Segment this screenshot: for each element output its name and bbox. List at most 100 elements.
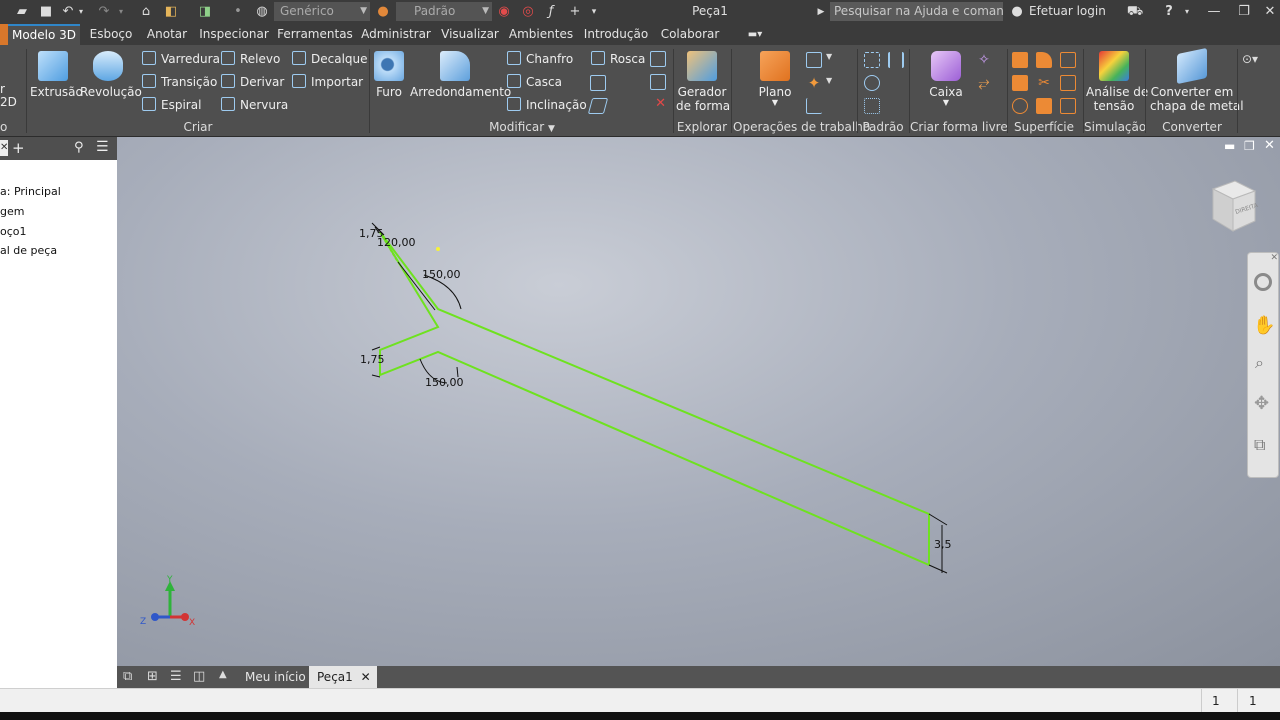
- dimension-label-5[interactable]: 150,00: [425, 376, 464, 389]
- group-modificar-label[interactable]: Modificar ▼: [372, 120, 672, 136]
- tab-inspecionar[interactable]: Inspecionar: [196, 24, 272, 45]
- app-menu-button[interactable]: [0, 24, 8, 45]
- derivar-button[interactable]: Derivar: [221, 72, 284, 92]
- qat-dropdown-icon[interactable]: ▾: [588, 4, 600, 20]
- tab-esboco[interactable]: Esboço: [82, 24, 140, 45]
- add-icon[interactable]: +: [12, 139, 25, 157]
- parameters-icon[interactable]: ƒ: [543, 4, 559, 20]
- tree-item-origin[interactable]: gem: [0, 205, 24, 218]
- sketch-profile-upper[interactable]: [379, 231, 930, 565]
- decalque-button[interactable]: Decalque: [292, 49, 368, 69]
- extrusao-button[interactable]: Extrusão: [30, 49, 83, 119]
- circular-pattern-icon[interactable]: [864, 75, 880, 91]
- redo-dropdown-icon[interactable]: ▾: [116, 4, 126, 20]
- point-dropdown-icon[interactable]: ▼: [826, 76, 832, 85]
- dot-icon[interactable]: •: [230, 4, 246, 20]
- relevo-button[interactable]: Relevo: [221, 49, 280, 69]
- converter-chapa-button[interactable]: Converter em chapa de metal: [1150, 47, 1244, 119]
- search-expand-icon[interactable]: ▶: [816, 4, 826, 20]
- sculpt-icon[interactable]: [1060, 52, 1076, 68]
- dimension-label-4[interactable]: 1,75: [360, 353, 385, 366]
- tab-modelo-3d[interactable]: Modelo 3D: [8, 24, 80, 45]
- undo-icon[interactable]: ↶: [60, 4, 76, 20]
- tile-horizontal-icon[interactable]: ☰: [170, 669, 182, 684]
- analise-de-tensao-button[interactable]: Análise de tensão: [1086, 49, 1148, 119]
- extend-icon[interactable]: [1060, 75, 1076, 91]
- axis-icon[interactable]: [806, 52, 822, 68]
- tile-vertical-icon[interactable]: ◫: [193, 669, 205, 684]
- ruled-surface-icon[interactable]: [1012, 98, 1028, 114]
- sketch-canvas[interactable]: [117, 137, 1280, 666]
- home-icon[interactable]: ⌂: [138, 4, 154, 20]
- plano-button[interactable]: Plano ▼: [755, 49, 795, 119]
- open-icon[interactable]: ▰: [14, 4, 30, 20]
- tree-item-representation[interactable]: a: Principal: [0, 185, 61, 198]
- trim-icon[interactable]: ✂: [1036, 75, 1052, 91]
- tab-ferramentas[interactable]: Ferramentas: [276, 24, 354, 45]
- sketch-profile[interactable]: [379, 231, 930, 566]
- login-link[interactable]: Efetuar login: [1029, 4, 1106, 18]
- combine-icon[interactable]: [590, 75, 606, 91]
- update-icon[interactable]: ◧: [162, 4, 180, 20]
- dimension-label-2[interactable]: 120,00: [377, 236, 416, 249]
- adjust-icon[interactable]: ◎: [520, 4, 536, 20]
- stitch-icon[interactable]: [1036, 52, 1052, 68]
- casca-button[interactable]: Casca: [507, 72, 562, 92]
- measure-icon[interactable]: +: [567, 4, 583, 20]
- rosca-button[interactable]: Rosca: [591, 49, 645, 69]
- patch-icon[interactable]: [1012, 75, 1028, 91]
- sketch-point[interactable]: [436, 247, 440, 251]
- browser-close-icon[interactable]: ✕: [0, 140, 8, 156]
- axis-dropdown-icon[interactable]: ▼: [826, 52, 832, 61]
- ribbon-options-icon[interactable]: ⊙▾: [1242, 51, 1272, 67]
- cart-icon[interactable]: ⛟: [1126, 4, 1144, 20]
- sketch-pattern-icon[interactable]: [864, 98, 880, 114]
- repair-bodies-icon[interactable]: [1060, 98, 1076, 114]
- freeform-edit-icon[interactable]: ✧: [976, 52, 992, 68]
- split-icon[interactable]: [650, 51, 666, 67]
- search-icon[interactable]: ⚲: [74, 140, 84, 155]
- restore-icon[interactable]: ❐: [1236, 4, 1252, 20]
- cascade-icon[interactable]: ⧉: [123, 669, 132, 684]
- rectangular-pattern-icon[interactable]: [864, 52, 880, 68]
- doc-tab-home[interactable]: Meu início: [237, 666, 315, 688]
- tab-colaborar[interactable]: Colaborar: [656, 24, 724, 45]
- tab-ambientes[interactable]: Ambientes: [506, 24, 576, 45]
- appearance-dropdown[interactable]: Padrão ▼: [396, 2, 492, 21]
- arredondamento-button[interactable]: Arredondamento: [410, 49, 511, 119]
- dimension-label-3[interactable]: 150,00: [422, 268, 461, 281]
- caixa-button[interactable]: Caixa ▼: [926, 49, 966, 119]
- select-icon[interactable]: ◨: [196, 4, 214, 20]
- varredura-button[interactable]: Varredura: [142, 49, 220, 69]
- appearance-icon[interactable]: ●: [375, 4, 391, 20]
- undo-dropdown-icon[interactable]: ▾: [76, 4, 86, 20]
- gerador-de-forma-button[interactable]: Gerador de forma: [676, 49, 730, 119]
- help-search-input[interactable]: Pesquisar na Ajuda e comandos...: [830, 2, 1003, 21]
- doc-tab-part[interactable]: Peça1 ✕: [309, 666, 377, 688]
- nervura-button[interactable]: Nervura: [221, 95, 288, 115]
- minimize-icon[interactable]: —: [1206, 4, 1222, 20]
- partial-sketch-button[interactable]: r 2D: [0, 83, 17, 109]
- tile-icon[interactable]: ⊞: [147, 669, 158, 684]
- freeform-convert-icon[interactable]: ⥂: [976, 75, 992, 91]
- close-icon[interactable]: ✕: [1262, 4, 1278, 20]
- tab-administrar[interactable]: Administrar: [358, 24, 434, 45]
- thicken-icon[interactable]: [587, 98, 609, 114]
- delete-face-icon[interactable]: ✕: [650, 97, 666, 113]
- save-icon[interactable]: ■: [38, 4, 54, 20]
- doc-tab-close-icon[interactable]: ✕: [361, 670, 371, 684]
- clear-appearance-icon[interactable]: ◉: [496, 4, 512, 20]
- tab-visualizar[interactable]: Visualizar: [438, 24, 502, 45]
- help-dropdown-icon[interactable]: ▾: [1182, 4, 1192, 20]
- redo-icon[interactable]: ↷: [96, 4, 112, 20]
- tab-anotar[interactable]: Anotar: [142, 24, 192, 45]
- revolucao-button[interactable]: Revolução: [80, 49, 142, 119]
- graphics-viewport[interactable]: ▬ ❐ ✕ DIREITA ✕ ✋ ⌕ ✥ ⧉ 1,75 120,00 150,…: [117, 137, 1280, 666]
- material-dropdown[interactable]: Genérico ▼: [274, 2, 370, 21]
- thicken-offset-icon[interactable]: [1012, 52, 1028, 68]
- globe-icon[interactable]: ◍: [254, 4, 270, 20]
- ribbon-toggle-icon[interactable]: ▬▾: [740, 24, 770, 45]
- tree-item-sketch1[interactable]: oço1: [0, 225, 27, 238]
- menu-icon[interactable]: ☰: [96, 139, 109, 155]
- inclinacao-button[interactable]: Inclinação: [507, 95, 587, 115]
